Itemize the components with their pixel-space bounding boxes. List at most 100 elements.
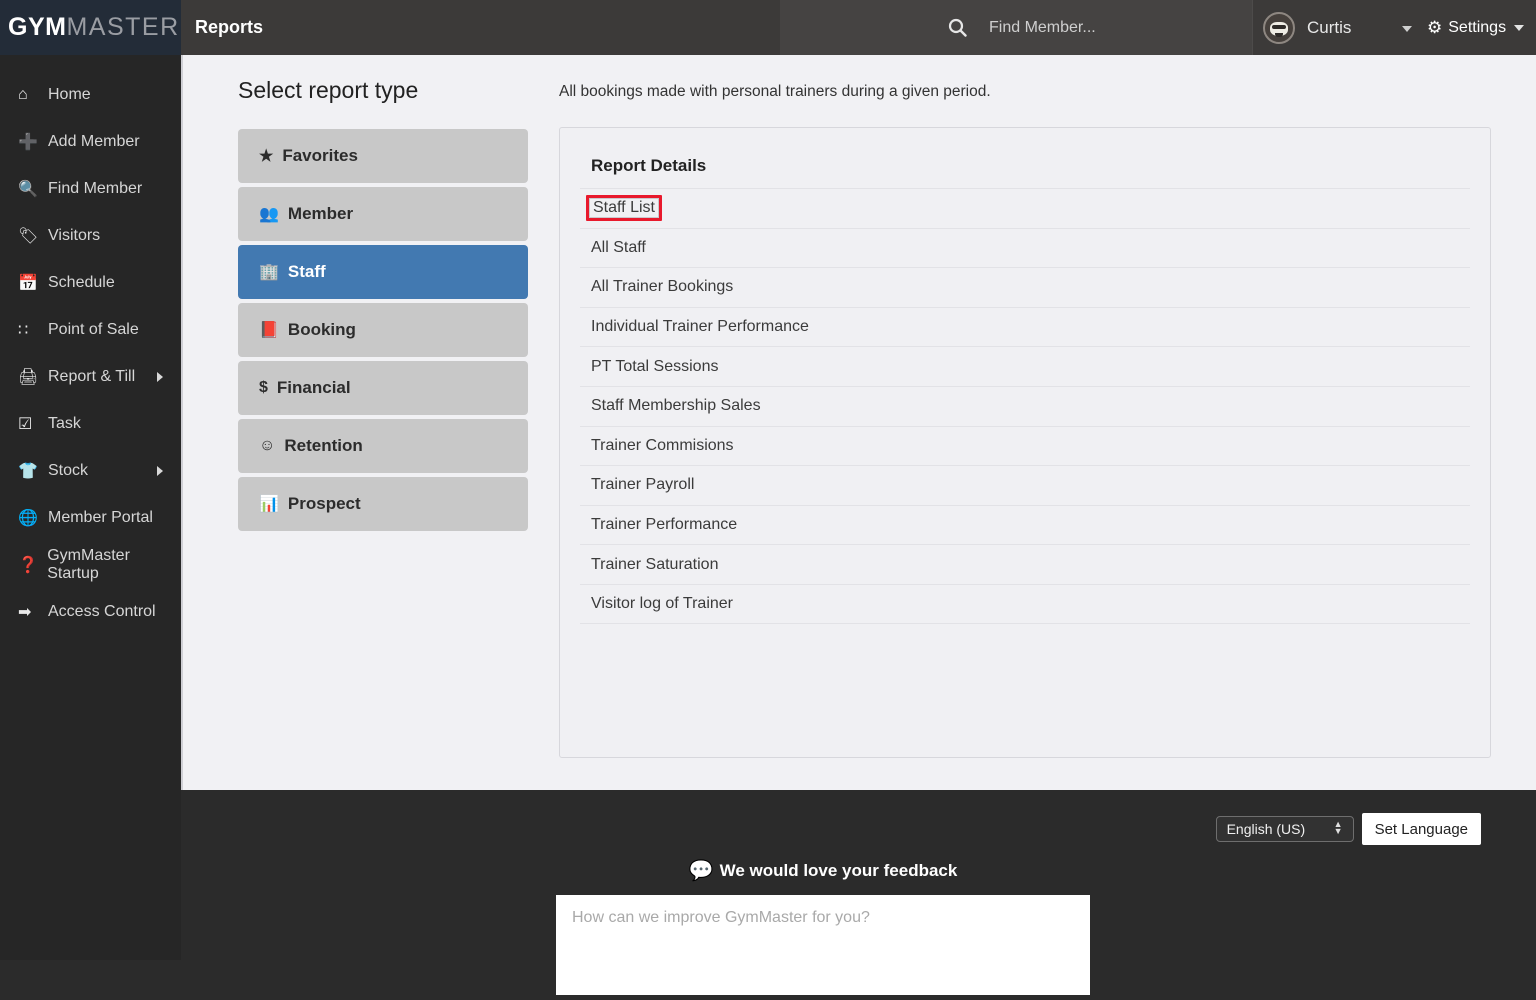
sidebar-item-access-control[interactable]: ➡ Access Control [0,588,181,635]
feedback-input[interactable] [556,895,1090,995]
page-title: Reports [195,17,264,37]
report-detail-row[interactable]: All Staff [580,227,1470,268]
report-detail-label: All Trainer Bookings [591,278,734,296]
report-detail-label: Visitor log of Trainer [591,594,733,612]
sidebar-item-label: Add Member [48,132,140,150]
report-type-favorites[interactable]: ★ Favorites [238,129,528,183]
chevron-right-icon [157,466,163,476]
main-content: Select report type All bookings made wit… [181,55,1536,790]
search-icon: 🔍 [18,180,38,198]
users-icon: 👥 [259,206,279,223]
report-details-list: Staff List All Staff All Trainer Bookings I… [560,188,1490,624]
calendar-icon: 📅 [18,274,38,292]
report-detail-label: Individual Trainer Performance [591,318,809,336]
chevron-down-icon [1514,24,1525,31]
report-detail-row[interactable]: Trainer Payroll [580,465,1470,505]
set-language-button[interactable]: Set Language [1361,813,1481,845]
sidebar-item-task[interactable]: ☑ Task [0,400,181,447]
search-input[interactable] [989,18,1239,37]
smiley-icon: ☺ [259,437,276,454]
shirt-icon: 👕 [18,462,38,480]
report-detail-row[interactable]: Staff Membership Sales [580,385,1470,426]
feedback-heading-text: We would love your feedback [719,860,958,880]
language-selected-value: English (US) [1226,821,1306,837]
chevron-down-icon [1402,26,1412,32]
report-type-member[interactable]: 👥 Member [238,187,528,241]
report-detail-label: Trainer Performance [591,516,738,534]
report-detail-row[interactable]: Trainer Performance [580,504,1470,545]
report-detail-row[interactable]: Trainer Commisions [580,425,1470,466]
report-type-label: Member [287,204,354,223]
bar-chart-icon: 📊 [259,496,279,513]
report-detail-label: PT Total Sessions [591,357,719,375]
report-detail-label: Staff Membership Sales [591,397,761,415]
search-icon [948,18,967,37]
report-detail-label: Staff List [586,195,662,222]
select-report-type-heading: Select report type [238,77,419,103]
dollar-icon: $ [259,379,268,396]
settings-menu[interactable]: ⚙ Settings [1427,0,1525,55]
sidebar-item-find-member[interactable]: 🔍 Find Member [0,165,181,212]
app-logo[interactable]: GYM MASTER [0,0,181,55]
sidebar-item-point-of-sale[interactable]: ∷ Point of Sale [0,306,181,353]
sidebar-item-add-member[interactable]: ➕ Add Member [0,118,181,165]
checkbox-icon: ☑ [18,415,33,433]
report-detail-row[interactable]: PT Total Sessions [580,346,1470,386]
sidebar-item-report-till[interactable]: 🖨 Report & Till [0,353,181,400]
sidebar-item-home[interactable]: ⌂ Home [0,71,181,118]
user-name: Curtis [1307,17,1352,37]
report-detail-row[interactable]: Individual Trainer Performance [580,306,1470,347]
sidebar-item-schedule[interactable]: 📅 Schedule [0,259,181,306]
sidebar-item-label: Stock [48,461,89,479]
star-icon: ★ [259,148,274,165]
report-type-prospect[interactable]: 📊 Prospect [238,477,528,531]
feedback-section: 💬 We would love your feedback [556,858,1090,1000]
printer-icon: 🖨 [18,368,39,386]
report-detail-label: Trainer Saturation [591,555,719,573]
report-type-retention[interactable]: ☺ Retention [238,419,528,473]
report-type-financial[interactable]: $ Financial [238,361,528,415]
sidebar-item-label: Find Member [48,179,143,197]
avatar [1263,11,1295,44]
sidebar-item-member-portal[interactable]: 🌐 Member Portal [0,494,181,541]
language-controls: English (US) ▲ ▼ Set Language [1215,813,1481,845]
sidebar-item-gymmaster-startup[interactable]: ❓ GymMaster Startup [0,541,181,588]
report-details-heading: Report Details [591,156,707,175]
report-type-label: Retention [284,436,363,455]
report-type-label: Booking [287,320,356,339]
sidebar-item-stock[interactable]: 👕 Stock [0,447,181,494]
logout-icon: ➡ [18,603,32,621]
report-type-label: Staff [287,262,326,281]
language-select[interactable]: English (US) ▲ ▼ [1215,816,1354,842]
chat-bubble-icon: 💬 [688,860,714,882]
logo-text-bold: GYM [8,13,67,41]
logo-text-light: MASTER [66,13,180,41]
report-detail-label: Trainer Commisions [591,436,734,454]
search-area[interactable] [780,0,1252,55]
top-bar: GYMMASTER Reports Curtis ⚙ Settings [0,0,1536,55]
tag-icon: 🏷 [18,227,39,245]
feedback-heading: 💬 We would love your feedback [556,858,1090,883]
sidebar-item-label: Access Control [48,602,156,620]
report-detail-row[interactable]: Staff List [580,188,1470,228]
report-description: All bookings made with personal trainers… [559,83,991,100]
question-icon: ❓ [18,556,38,574]
report-detail-row[interactable]: All Trainer Bookings [580,267,1470,307]
sidebar-item-label: Task [48,414,81,432]
plus-icon: ➕ [18,133,38,151]
user-menu[interactable]: Curtis [1252,0,1427,55]
building-icon: 🏢 [259,264,279,281]
report-type-label: Favorites [282,146,358,165]
report-type-booking[interactable]: 📕 Booking [238,303,528,357]
footer: English (US) ▲ ▼ Set Language 💬 We would … [0,790,1536,995]
settings-label: Settings [1448,18,1507,36]
sidebar-item-label: Report & Till [48,367,136,385]
sidebar-item-visitors[interactable]: 🏷 Visitors [0,212,181,259]
sidebar-item-label: Home [48,85,91,103]
report-type-staff[interactable]: 🏢 Staff [238,245,528,299]
report-detail-row[interactable]: Trainer Saturation [580,544,1470,584]
sidebar-item-label: GymMaster Startup [47,546,130,582]
report-detail-label: All Staff [591,238,646,256]
report-detail-row[interactable]: Visitor log of Trainer [580,583,1470,624]
report-details-panel: Report Details Staff List All Staff All Tr… [559,127,1491,758]
